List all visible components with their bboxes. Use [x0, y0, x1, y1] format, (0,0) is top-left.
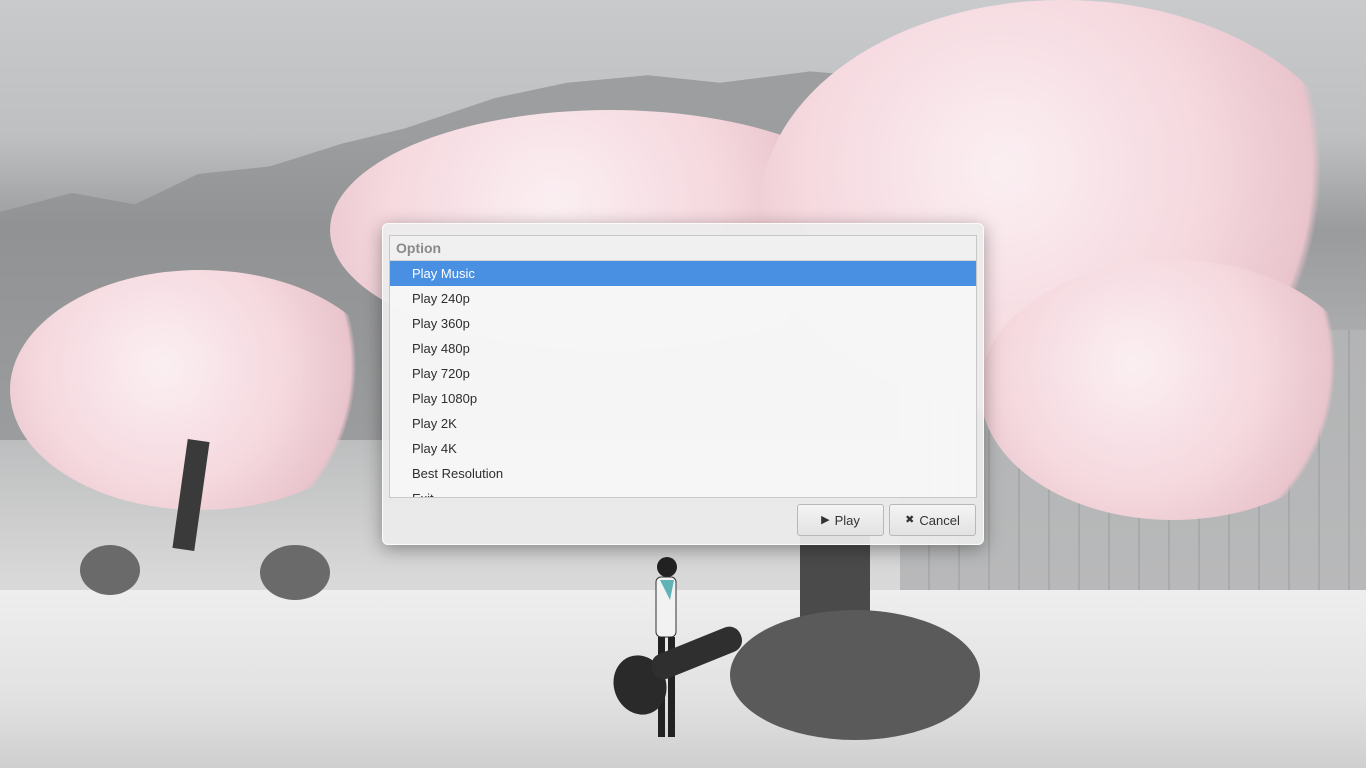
list-column-header[interactable]: Option	[390, 236, 976, 261]
wallpaper-shrub	[260, 545, 330, 600]
wallpaper-blossom	[980, 260, 1366, 520]
play-button-label: Play	[834, 512, 860, 528]
wallpaper-girl-with-guitar	[613, 557, 743, 737]
list-item-option[interactable]: Play 480p	[390, 336, 976, 361]
desktop: Option Play Music Play 240p Play 360p Play …	[0, 0, 1366, 768]
close-icon: ✖	[905, 513, 915, 526]
option-list[interactable]: Option Play Music Play 240p Play 360p Play …	[389, 235, 977, 498]
cancel-button[interactable]: ✖ Cancel	[889, 504, 976, 536]
play-button[interactable]: ▶ Play	[797, 504, 884, 536]
option-dialog: Option Play Music Play 240p Play 360p Play …	[382, 223, 984, 545]
wallpaper-shrub	[80, 545, 140, 595]
list-item-option[interactable]: Play 1080p	[390, 386, 976, 411]
option-items: Play Music Play 240p Play 360p Play 480p Pla…	[390, 261, 976, 497]
wallpaper-shrub	[730, 610, 980, 740]
list-item-option[interactable]: Play 2K	[390, 411, 976, 436]
list-item-option[interactable]: Exit	[390, 486, 976, 497]
list-item-option[interactable]: Play 720p	[390, 361, 976, 386]
list-item-option[interactable]: Play 4K	[390, 436, 976, 461]
play-icon: ▶	[821, 513, 830, 526]
list-item-option[interactable]: Play 240p	[390, 286, 976, 311]
list-item-option[interactable]: Play Music	[390, 261, 976, 286]
list-item-option[interactable]: Play 360p	[390, 311, 976, 336]
cancel-button-label: Cancel	[919, 512, 960, 528]
list-item-option[interactable]: Best Resolution	[390, 461, 976, 486]
